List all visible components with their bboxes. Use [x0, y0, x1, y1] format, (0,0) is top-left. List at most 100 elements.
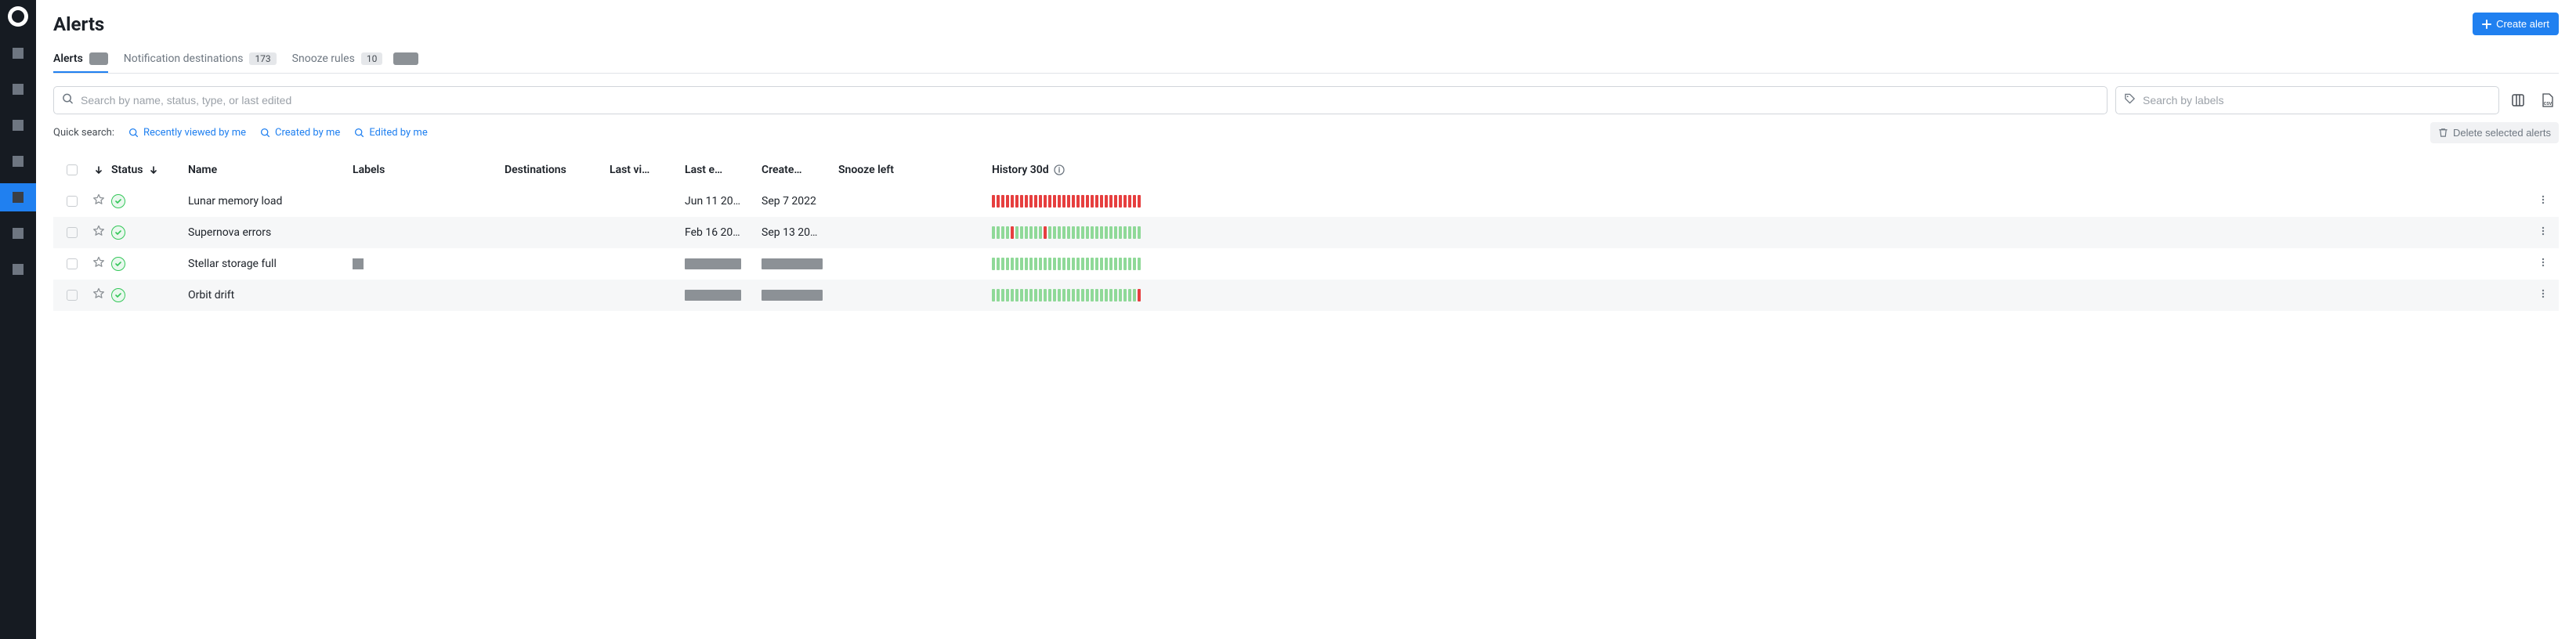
svg-text:CSV: CSV — [2544, 102, 2552, 106]
rail-item-6[interactable] — [0, 219, 36, 247]
quick-created[interactable]: Created by me — [260, 127, 340, 139]
history-segment — [1105, 226, 1108, 239]
star-icon[interactable] — [92, 256, 105, 272]
history-bar — [992, 289, 1141, 301]
history-segment — [1138, 226, 1141, 239]
column-history[interactable]: History 30d — [992, 164, 2532, 176]
history-segment — [1067, 195, 1070, 208]
history-segment — [1011, 258, 1014, 270]
tab-alerts-count — [89, 52, 108, 65]
history-segment — [1095, 195, 1098, 208]
history-segment — [1109, 195, 1113, 208]
export-csv-button[interactable]: CSV — [2537, 89, 2559, 111]
logo[interactable] — [8, 6, 28, 27]
history-segment — [1100, 195, 1103, 208]
row-checkbox[interactable] — [67, 258, 78, 269]
star-icon[interactable] — [92, 193, 105, 209]
history-segment — [1105, 195, 1108, 208]
history-segment — [1011, 195, 1014, 208]
quick-edited[interactable]: Edited by me — [354, 127, 427, 139]
history-segment — [1072, 289, 1075, 301]
row-checkbox[interactable] — [67, 196, 78, 207]
history-segment — [1076, 258, 1080, 270]
columns-button[interactable] — [2507, 89, 2529, 111]
history-segment — [1081, 195, 1084, 208]
column-name[interactable]: Name — [188, 164, 353, 176]
history-segment — [1091, 226, 1094, 239]
history-segment — [1006, 226, 1009, 239]
history-segment — [1123, 258, 1127, 270]
label-search-input[interactable] — [2115, 86, 2499, 114]
history-segment — [1114, 258, 1117, 270]
row-menu-button[interactable] — [2538, 194, 2549, 208]
cell-name[interactable]: Lunar memory load — [188, 195, 353, 208]
cell-name[interactable]: Stellar storage full — [188, 258, 353, 270]
history-segment — [1015, 226, 1018, 239]
tab-destinations-count: 173 — [249, 52, 276, 65]
column-labels[interactable]: Labels — [353, 164, 505, 176]
search-input[interactable] — [53, 86, 2107, 114]
history-segment — [992, 289, 995, 301]
column-status-label: Status — [111, 164, 143, 176]
star-icon[interactable] — [92, 225, 105, 240]
row-checkbox[interactable] — [67, 227, 78, 238]
history-segment — [1138, 195, 1141, 208]
cell-last-edited: Jun 11 20… — [685, 195, 740, 208]
rail-item-alerts[interactable] — [0, 183, 36, 211]
column-last-edited[interactable]: Last e… — [685, 164, 762, 176]
history-segment — [992, 195, 995, 208]
history-segment — [1048, 195, 1051, 208]
history-segment — [1020, 258, 1023, 270]
history-segment — [1123, 226, 1127, 239]
column-status[interactable]: Status — [111, 164, 188, 176]
delete-selected-label: Delete selected alerts — [2453, 127, 2551, 139]
column-snooze[interactable]: Snooze left — [838, 164, 992, 176]
column-created[interactable]: Create… — [762, 164, 838, 176]
tab-alerts[interactable]: Alerts — [53, 46, 108, 73]
history-segment — [1128, 226, 1131, 239]
history-segment — [1015, 289, 1018, 301]
rail-item-7[interactable] — [0, 255, 36, 283]
row-menu-button[interactable] — [2538, 226, 2549, 240]
select-all-checkbox[interactable] — [67, 164, 78, 175]
cell-name[interactable]: Orbit drift — [188, 289, 353, 301]
history-segment — [1091, 258, 1094, 270]
search-icon — [128, 128, 139, 138]
history-segment — [1119, 195, 1122, 208]
create-alert-button[interactable]: Create alert — [2473, 13, 2559, 35]
table-row: Lunar memory load Jun 11 20… Sep 7 2022 — [53, 186, 2559, 217]
quick-recent[interactable]: Recently viewed by me — [128, 127, 246, 139]
history-bar — [992, 195, 1141, 208]
rail-item-3[interactable] — [0, 111, 36, 139]
history-segment — [1034, 195, 1037, 208]
row-menu-button[interactable] — [2538, 288, 2549, 302]
search-icon — [260, 128, 270, 138]
rail-item-2[interactable] — [0, 75, 36, 103]
rail-item-4[interactable] — [0, 147, 36, 175]
sort-indicator-column[interactable] — [86, 165, 111, 175]
delete-selected-button[interactable]: Delete selected alerts — [2430, 122, 2559, 143]
history-segment — [1062, 289, 1065, 301]
row-checkbox[interactable] — [67, 290, 78, 301]
history-segment — [1001, 289, 1004, 301]
column-last-viewed[interactable]: Last vi… — [610, 164, 685, 176]
rail-item-1[interactable] — [0, 39, 36, 67]
history-segment — [1109, 289, 1113, 301]
tab-snooze[interactable]: Snooze rules 10 — [292, 46, 419, 73]
tab-alerts-label: Alerts — [53, 52, 83, 65]
history-segment — [1128, 289, 1131, 301]
history-segment — [1133, 226, 1136, 239]
cell-name[interactable]: Supernova errors — [188, 226, 353, 239]
column-destinations[interactable]: Destinations — [505, 164, 610, 176]
history-segment — [1029, 226, 1033, 239]
star-icon[interactable] — [92, 287, 105, 303]
history-segment — [1095, 258, 1098, 270]
history-segment — [1029, 289, 1033, 301]
history-segment — [1081, 258, 1084, 270]
cell-last-edited: Feb 16 20… — [685, 226, 740, 239]
cell-created: Sep 13 20… — [762, 226, 817, 239]
tab-snooze-label: Snooze rules — [292, 52, 355, 65]
tab-destinations[interactable]: Notification destinations 173 — [124, 46, 277, 73]
row-menu-button[interactable] — [2538, 257, 2549, 271]
quick-recent-label: Recently viewed by me — [143, 127, 246, 139]
